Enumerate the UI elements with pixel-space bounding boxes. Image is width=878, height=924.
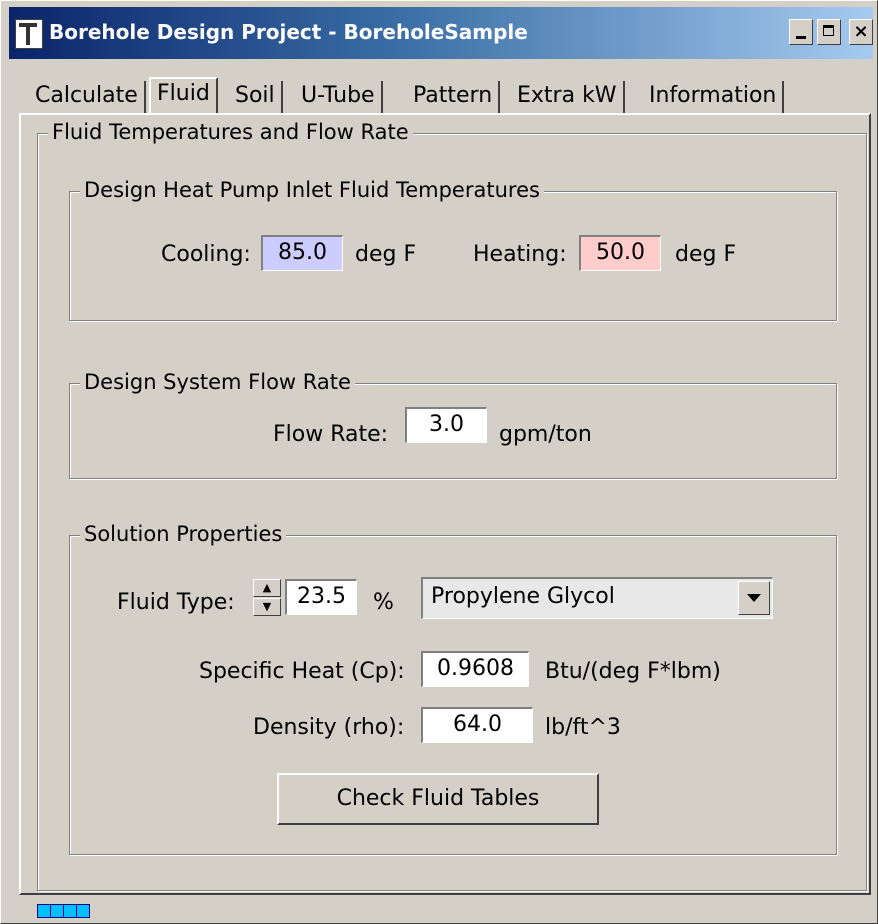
- chevron-down-icon: [747, 594, 761, 602]
- density-input[interactable]: 64.0: [421, 707, 533, 743]
- minimize-button[interactable]: [789, 19, 813, 45]
- fluid-type-select[interactable]: Propylene Glycol: [421, 577, 773, 619]
- spin-down-icon[interactable]: ▼: [253, 598, 281, 616]
- concentration-input[interactable]: 23.5: [285, 579, 357, 615]
- check-fluid-tables-button[interactable]: Check Fluid Tables: [277, 773, 599, 825]
- concentration-spinner[interactable]: ▲ ▼: [253, 579, 283, 617]
- flow-rate-label: Flow Rate:: [273, 422, 389, 447]
- minimize-icon: [796, 36, 806, 39]
- heating-temp-input[interactable]: 50.0: [579, 235, 661, 271]
- flow-rate-input[interactable]: 3.0: [405, 407, 487, 443]
- tab-pattern[interactable]: Pattern: [407, 81, 501, 113]
- app-icon: [15, 19, 43, 49]
- dropdown-button[interactable]: [738, 581, 770, 615]
- density-label: Density (rho):: [253, 715, 405, 740]
- fluid-type-label: Fluid Type:: [117, 590, 235, 615]
- maximize-button[interactable]: [817, 19, 841, 45]
- specific-heat-input[interactable]: 0.9608: [421, 651, 529, 687]
- tab-fluid[interactable]: Fluid: [149, 77, 218, 115]
- inlet-temps-title: Design Heat Pump Inlet Fluid Temperature…: [80, 178, 544, 202]
- tab-u-tube[interactable]: U-Tube: [295, 81, 383, 113]
- specific-heat-unit: Btu/(deg F*lbm): [545, 659, 721, 684]
- tab-information[interactable]: Information: [643, 81, 785, 113]
- solution-properties-title: Solution Properties: [80, 522, 287, 546]
- concentration-unit: %: [373, 590, 394, 615]
- main-window: Borehole Design Project - BoreholeSample…: [0, 0, 878, 924]
- close-button[interactable]: ×: [849, 19, 873, 45]
- density-unit: lb/ft^3: [545, 715, 621, 740]
- flow-rate-unit: gpm/ton: [499, 422, 592, 447]
- cooling-temp-input[interactable]: 85.0: [261, 235, 343, 271]
- close-icon: ×: [853, 21, 869, 42]
- title-bar[interactable]: Borehole Design Project - BoreholeSample…: [9, 7, 873, 59]
- heating-label: Heating:: [473, 242, 567, 267]
- cooling-unit: deg F: [355, 242, 417, 267]
- maximize-icon: [823, 25, 834, 36]
- heating-unit: deg F: [675, 242, 737, 267]
- fluid-type-value: Propylene Glycol: [431, 584, 615, 609]
- tab-soil[interactable]: Soil: [229, 81, 283, 113]
- tab-extra-kw[interactable]: Extra kW: [511, 81, 625, 113]
- cooling-label: Cooling:: [161, 242, 251, 267]
- tab-calculate[interactable]: Calculate: [29, 81, 146, 113]
- status-indicator: [37, 903, 90, 922]
- specific-heat-label: Specific Heat (Cp):: [199, 659, 405, 684]
- window-title: Borehole Design Project - BoreholeSample: [49, 20, 528, 44]
- spin-up-icon[interactable]: ▲: [253, 579, 281, 597]
- fluid-temps-flow-title: Fluid Temperatures and Flow Rate: [48, 120, 413, 144]
- flow-rate-title: Design System Flow Rate: [80, 370, 355, 394]
